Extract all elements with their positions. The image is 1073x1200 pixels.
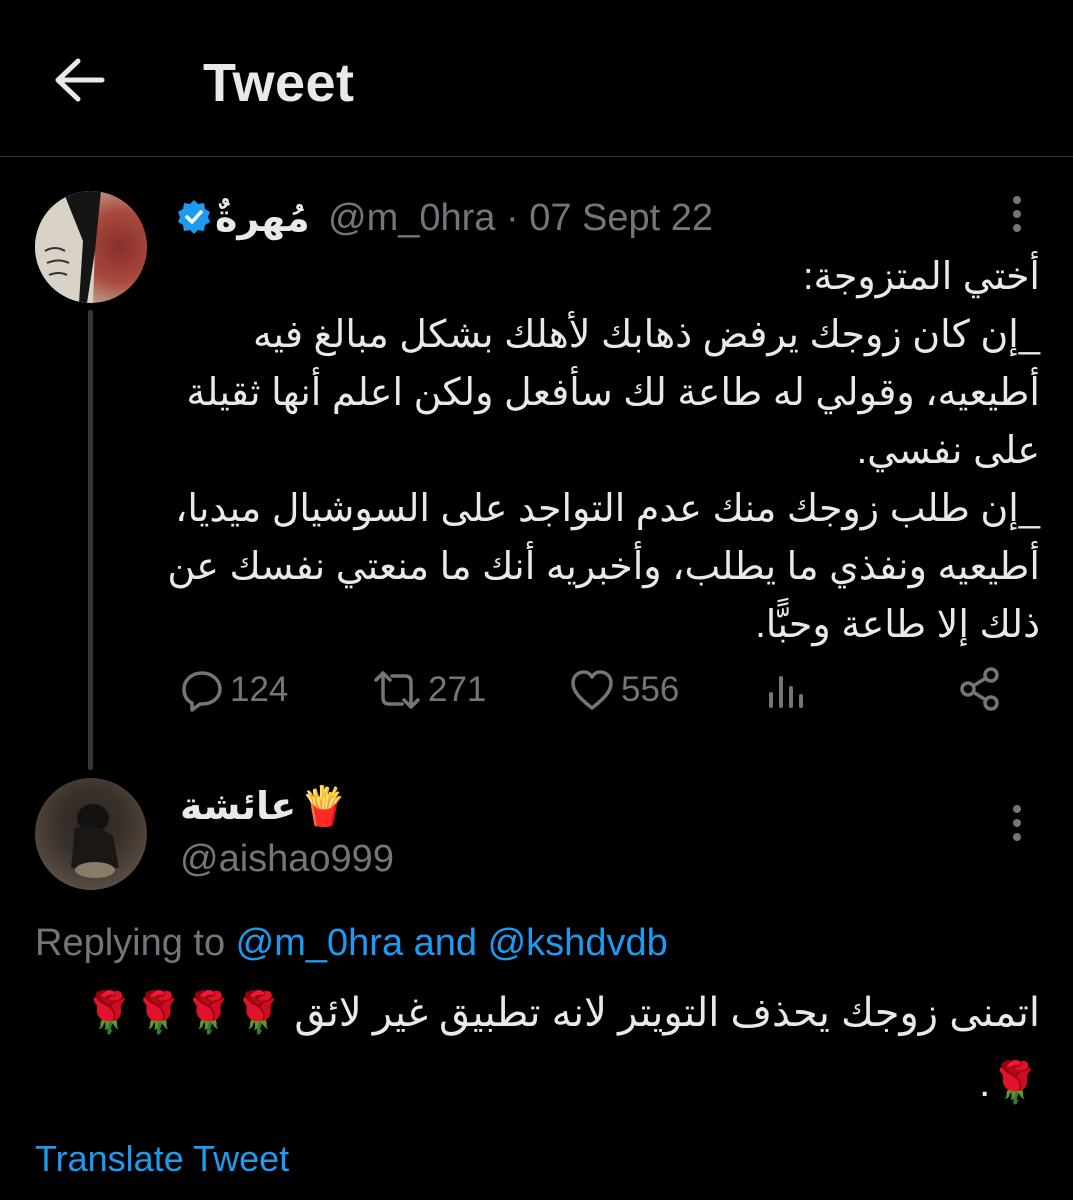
retweet-count: 271	[428, 670, 487, 709]
replying-to-users-link[interactable]: @m_0hra and @kshdvdb	[236, 922, 668, 964]
replying-to-line: Replying to @m_0hra and @kshdvdb	[35, 922, 668, 965]
replying-to-label: Replying to	[35, 922, 236, 964]
back-arrow-icon[interactable]	[52, 56, 106, 104]
handle-and-date[interactable]: @m_0hra · 07 Sept 22	[328, 197, 713, 240]
reply-author-name[interactable]: عائشة 🍟	[180, 784, 348, 829]
reply-button[interactable]: 124	[180, 668, 288, 712]
reply-author-name-text: عائشة	[180, 786, 297, 828]
heart-icon	[571, 670, 613, 710]
more-options-icon[interactable]	[1011, 804, 1023, 842]
reply-text: اتمنى زوجك يحذف التويتر لانه تطبيق غير ل…	[84, 991, 1040, 1105]
analytics-icon	[769, 676, 803, 708]
reply-count: 124	[230, 670, 289, 709]
verified-badge-icon	[176, 199, 212, 235]
reply-icon	[182, 671, 222, 712]
like-button[interactable]: 556	[569, 668, 679, 712]
share-button[interactable]	[958, 666, 1002, 712]
like-count: 556	[621, 670, 680, 709]
reply-author-avatar[interactable]	[35, 778, 147, 890]
more-options-icon[interactable]	[1011, 195, 1023, 233]
author-avatar[interactable]	[35, 191, 147, 303]
tweet-text: أختي المتزوجة: _إن كان زوجك يرفض ذهابك ل…	[167, 256, 1040, 646]
retweet-icon	[374, 671, 420, 709]
analytics-button[interactable]	[766, 668, 806, 712]
top-bar: Tweet	[0, 0, 1073, 157]
translate-tweet-link[interactable]: Translate Tweet	[35, 1138, 289, 1180]
retweet-button[interactable]: 271	[372, 668, 486, 712]
share-icon	[960, 667, 999, 711]
thread-connector	[88, 310, 93, 770]
reply-author-handle[interactable]: @aishao999	[180, 838, 394, 881]
fries-emoji: 🍟	[300, 785, 348, 828]
page-title: Tweet	[203, 53, 355, 113]
author-name[interactable]: مُهرةٌ	[215, 196, 310, 241]
